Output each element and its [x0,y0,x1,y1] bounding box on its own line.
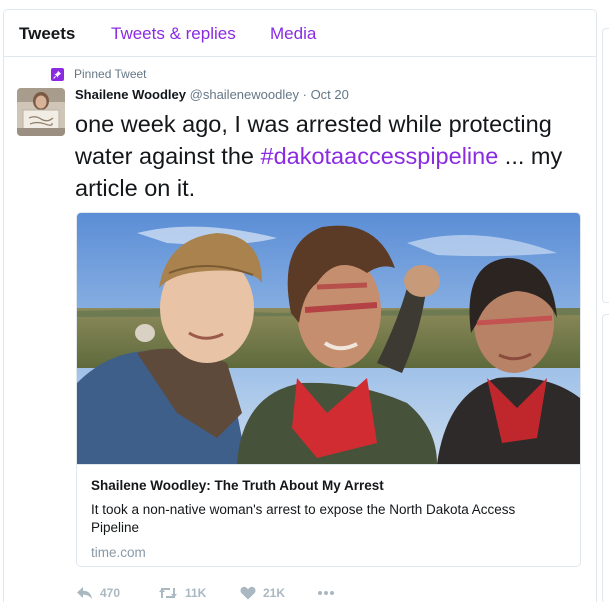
pin-icon [51,67,64,81]
card-domain: time.com [91,545,146,560]
tweet-text: one week ago, I was arrested while prote… [75,108,585,204]
reply-count: 470 [100,586,121,600]
card-details: Shailene Woodley: The Truth About My Arr… [77,464,580,566]
tab-media[interactable]: Media [270,24,316,44]
author-name[interactable]: Shailene Woodley [75,87,186,102]
hashtag-link[interactable]: #dakotaaccesspipeline [261,143,499,169]
tab-tweets[interactable]: Tweets [19,24,75,44]
tweet-actions: 470 11K 21K [76,586,376,602]
like-count: 21K [263,586,286,600]
reply-icon [76,586,93,600]
profile-tabs: Tweets Tweets & replies Media [4,10,596,57]
profile-timeline: Tweets Tweets & replies Media Pinned Twe… [3,9,597,602]
card-description: It took a non-native woman's arrest to e… [91,502,516,535]
reply-button[interactable]: 470 [76,586,120,600]
retweet-button[interactable]: 11K [158,586,206,600]
header-separator: · [302,87,307,102]
more-icon [317,590,335,596]
retweet-icon [158,586,178,600]
adjacent-panel-edge [602,314,609,602]
adjacent-panel-edge [602,28,609,303]
card-title: Shailene Woodley: The Truth About My Arr… [91,478,384,493]
pinned-indicator: Pinned Tweet [51,67,147,81]
pinned-tweet-label: Pinned Tweet [74,67,147,81]
card-image [77,213,580,464]
retweet-count: 11K [185,586,207,600]
link-card[interactable]: Shailene Woodley: The Truth About My Arr… [76,212,581,567]
more-options-button[interactable] [317,590,335,596]
tweet-header: Shailene Woodley @shailenewoodley · Oct … [75,87,349,103]
heart-icon [240,586,256,600]
author-handle[interactable]: @shailenewoodley [190,87,299,102]
tab-tweets-and-replies[interactable]: Tweets & replies [111,24,236,44]
tweet-date[interactable]: Oct 20 [311,87,349,102]
like-button[interactable]: 21K [240,586,285,600]
avatar[interactable] [17,88,65,136]
